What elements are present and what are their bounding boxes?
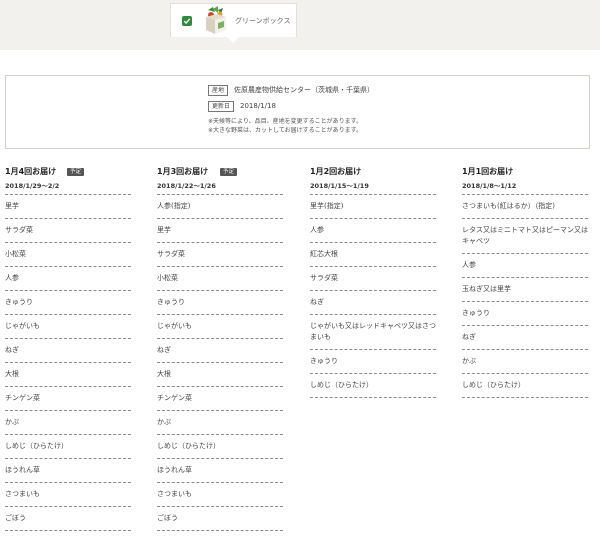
vegetable-item: しめじ（ひらたけ） — [462, 374, 588, 398]
updated-value: 2018/1/18 — [240, 102, 276, 110]
vegetable-item: サラダ菜 — [310, 267, 436, 291]
delivery-heading: 1月4回お届け 予定 — [5, 165, 131, 178]
delivery-date: 2018/1/15〜1/19 — [310, 182, 436, 195]
vegetable-item: かぶ — [462, 350, 588, 374]
origin-row: 産地 佐原農産物供給センター（茨城県・千葉県） — [208, 85, 374, 96]
vegetable-item: 人参 — [310, 219, 436, 243]
vegetable-item: しめじ（ひらたけ） — [157, 435, 283, 459]
vegetable-item: 紅芯大根 — [310, 243, 436, 267]
vegetable-item: 大根 — [157, 363, 283, 387]
vegetable-item: レタス又はミニトマト又はピーマン又はキャベツ — [462, 219, 588, 254]
delivery-title: 1月1回お届け — [462, 167, 514, 176]
card-notch — [227, 37, 239, 43]
vegetable-item: 里芋(指定) — [310, 195, 436, 219]
delivery-column-2: 1月2回お届け 2018/1/15〜1/19 里芋(指定) 人参 紅芯大根 サラ… — [310, 165, 436, 398]
vegetable-item: さつまいも(紅はるか）（指定) — [462, 195, 588, 219]
vegetable-item: ごぼう — [5, 507, 131, 531]
vegetable-item: しめじ（ひらたけ） — [310, 374, 436, 398]
vegetable-item: ねぎ — [310, 291, 436, 315]
vegetable-item: じゃがいも — [5, 315, 131, 339]
vegetable-box-icon — [203, 6, 229, 40]
vegetable-item: 大根 — [5, 363, 131, 387]
vegetable-list: 里芋(指定) 人参 紅芯大根 サラダ菜 ねぎ じゃがいも又はレッドキャベツ又はさ… — [310, 195, 436, 398]
origin-value: 佐原農産物供給センター（茨城県・千葉県） — [234, 86, 375, 94]
planned-badge: 予定 — [67, 168, 85, 176]
vegetable-item: ほうれん草 — [157, 459, 283, 483]
vegetable-item: じゃがいも — [157, 315, 283, 339]
vegetable-item: ねぎ — [157, 339, 283, 363]
vegetable-item: きゅうり — [462, 302, 588, 326]
vegetable-item: サラダ菜 — [157, 243, 283, 267]
vegetable-item: チンゲン菜 — [157, 387, 283, 411]
updated-row: 更新日 2018/1/18 — [208, 101, 276, 112]
vegetable-item: チンゲン菜 — [5, 387, 131, 411]
vegetable-item: しめじ（ひらたけ） — [5, 435, 131, 459]
vegetable-list: 里芋 サラダ菜 小松菜 人参 きゅうり じゃがいも ねぎ 大根 チンゲン菜 かぶ… — [5, 195, 131, 531]
delivery-title: 1月3回お届け — [157, 167, 209, 176]
delivery-date: 2018/1/29〜2/2 — [5, 182, 131, 195]
delivery-title: 1月2回お届け — [310, 167, 362, 176]
vegetable-item: きゅうり — [310, 350, 436, 374]
vegetable-item: 小松菜 — [157, 267, 283, 291]
vegetable-item: かぶ — [157, 411, 283, 435]
origin-label: 産地 — [208, 85, 229, 96]
product-name: グリーンボックス — [235, 17, 291, 25]
vegetable-item: 小松菜 — [5, 243, 131, 267]
note-weather: ※天候等により、品目、産地を変更することがあります。 — [208, 118, 363, 125]
vegetable-item: さつまいも — [5, 483, 131, 507]
delivery-heading: 1月1回お届け — [462, 165, 588, 178]
delivery-column-4: 1月4回お届け 予定 2018/1/29〜2/2 里芋 サラダ菜 小松菜 人参 … — [5, 165, 131, 531]
product-selector-band: グリーンボックス — [0, 0, 600, 50]
delivery-column-3: 1月3回お届け 予定 2018/1/22〜1/26 人参(指定) 里芋 サラダ菜… — [157, 165, 283, 531]
vegetable-item: ほうれん草 — [5, 459, 131, 483]
vegetable-item: きゅうり — [157, 291, 283, 315]
checkbox-checked-icon[interactable] — [182, 16, 192, 26]
delivery-heading: 1月2回お届け — [310, 165, 436, 178]
vegetable-item: きゅうり — [5, 291, 131, 315]
delivery-title: 1月4回お届け — [5, 167, 57, 176]
vegetable-list: さつまいも(紅はるか）（指定) レタス又はミニトマト又はピーマン又はキャベツ 人… — [462, 195, 588, 398]
product-tab-green-box[interactable]: グリーンボックス — [170, 3, 297, 37]
vegetable-list: 人参(指定) 里芋 サラダ菜 小松菜 きゅうり じゃがいも ねぎ 大根 チンゲン… — [157, 195, 283, 531]
updated-label: 更新日 — [208, 101, 235, 112]
origin-info-box: 産地 佐原農産物供給センター（茨城県・千葉県） 更新日 2018/1/18 ※天候等… — [5, 75, 590, 149]
vegetable-item: 玉ねぎ又は里芋 — [462, 278, 588, 302]
vegetable-item: 人参(指定) — [157, 195, 283, 219]
vegetable-item: さつまいも — [157, 483, 283, 507]
vegetable-item: ねぎ — [462, 326, 588, 350]
vegetable-item: かぶ — [5, 411, 131, 435]
delivery-date: 2018/1/22〜1/26 — [157, 182, 283, 195]
vegetable-item: 里芋 — [5, 195, 131, 219]
vegetable-item: じゃがいも又はレッドキャベツ又はさつまいも — [310, 315, 436, 350]
vegetable-item: 人参 — [5, 267, 131, 291]
planned-badge: 予定 — [220, 168, 238, 176]
vegetable-item: 人参 — [462, 254, 588, 278]
delivery-heading: 1月3回お届け 予定 — [157, 165, 283, 178]
vegetable-item: ごぼう — [157, 507, 283, 531]
note-large-vegetables: ※大きな野菜は、カットしてお届けすることがあります。 — [208, 127, 363, 134]
vegetable-item: サラダ菜 — [5, 219, 131, 243]
vegetable-item: 里芋 — [157, 219, 283, 243]
vegetable-item: ねぎ — [5, 339, 131, 363]
delivery-column-1: 1月1回お届け 2018/1/8〜1/12 さつまいも(紅はるか）（指定) レタ… — [462, 165, 588, 398]
delivery-date: 2018/1/8〜1/12 — [462, 182, 588, 195]
